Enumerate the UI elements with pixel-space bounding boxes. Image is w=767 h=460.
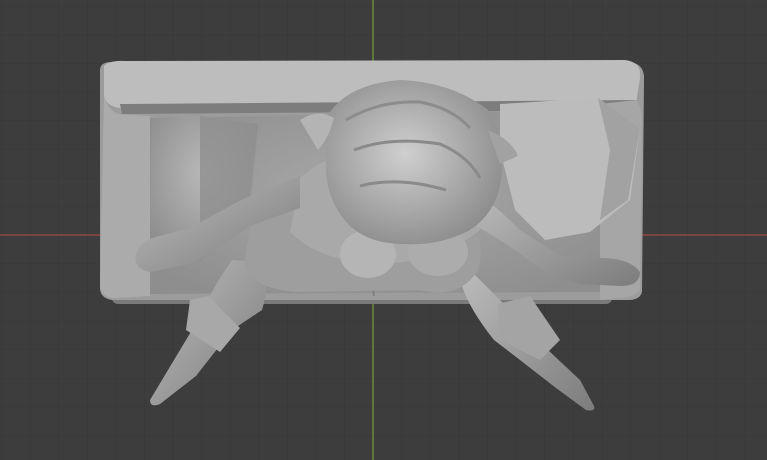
viewport-canvas[interactable] bbox=[0, 0, 767, 460]
3d-viewport[interactable] bbox=[0, 0, 767, 460]
